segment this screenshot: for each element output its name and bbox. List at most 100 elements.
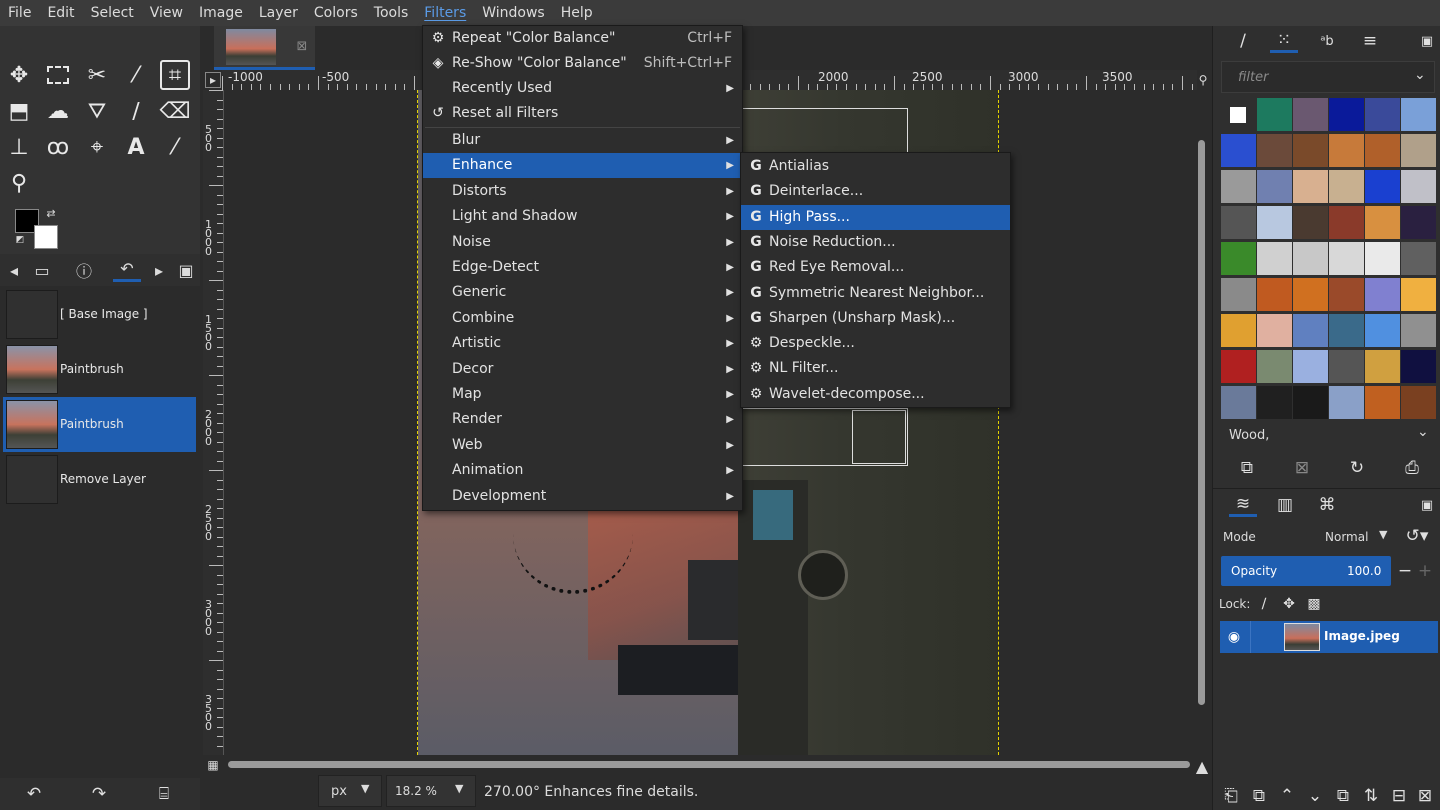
pattern-swatch[interactable] bbox=[1365, 206, 1400, 239]
menu-item-wavelet-decompose[interactable]: ⚙ Wavelet-decompose... bbox=[741, 382, 1010, 407]
horizontal-scroll-thumb[interactable] bbox=[228, 761, 1190, 768]
pattern-swatch[interactable] bbox=[1401, 314, 1436, 347]
layer-row[interactable]: ◉ Image.jpeg bbox=[1220, 621, 1438, 653]
layer-mask-icon[interactable]: ⊟ bbox=[1387, 784, 1411, 808]
open-pattern-icon[interactable]: ⎙ bbox=[1398, 456, 1426, 480]
fonts-tab-icon[interactable]: ᵃb bbox=[1313, 29, 1341, 53]
pattern-swatch[interactable] bbox=[1257, 206, 1292, 239]
menu-item-recently-used[interactable]: Recently Used ▶ bbox=[423, 76, 742, 101]
visibility-eye-icon[interactable]: ◉ bbox=[1224, 627, 1244, 647]
zoom-image-icon[interactable]: ⚲ bbox=[1196, 72, 1210, 88]
menubar-item-help[interactable]: Help bbox=[553, 0, 601, 26]
menu-item-antialias[interactable]: G Antialias bbox=[741, 154, 1010, 179]
rect-select-tool-icon[interactable] bbox=[43, 60, 73, 90]
undo-icon[interactable]: ↶ bbox=[20, 782, 48, 806]
clear-history-icon[interactable]: ⌸ bbox=[150, 782, 178, 806]
menubar-item-layer[interactable]: Layer bbox=[251, 0, 306, 26]
opacity-slider[interactable]: Opacity 100.0 bbox=[1221, 556, 1391, 586]
scroll-left-icon[interactable]: ◂ bbox=[0, 258, 28, 282]
swap-colors-icon[interactable]: ⇄ bbox=[44, 206, 58, 220]
pattern-swatch[interactable] bbox=[1293, 278, 1328, 311]
menubar-item-file[interactable]: File bbox=[0, 0, 39, 26]
redo-icon[interactable]: ↷ bbox=[85, 782, 113, 806]
layers-tab-icon[interactable]: ≋ bbox=[1229, 493, 1257, 517]
crop-tool-icon[interactable]: ⌗ bbox=[160, 60, 190, 90]
raise-layer-icon[interactable]: ⌃ bbox=[1275, 784, 1299, 808]
fuzzy-select-tool-icon[interactable]: ⁄ bbox=[121, 60, 151, 90]
pattern-swatch[interactable] bbox=[1329, 206, 1364, 239]
pattern-swatch[interactable] bbox=[1365, 386, 1400, 419]
pattern-swatch[interactable] bbox=[1257, 98, 1292, 131]
pattern-swatch[interactable] bbox=[1329, 242, 1364, 275]
menu-item-reset-all[interactable]: ↺ Reset all Filters bbox=[423, 101, 742, 126]
pattern-swatch[interactable] bbox=[1365, 278, 1400, 311]
menu-item-sharpen-unsharp-mask[interactable]: G Sharpen (Unsharp Mask)... bbox=[741, 306, 1010, 331]
menu-item-nl-filter[interactable]: ⚙ NL Filter... bbox=[741, 356, 1010, 381]
path-tool-icon[interactable]: ⌖ bbox=[82, 132, 112, 162]
pattern-swatch[interactable] bbox=[1365, 350, 1400, 383]
dock-menu-icon[interactable]: ▣ bbox=[1413, 29, 1440, 53]
pattern-swatch[interactable] bbox=[1257, 350, 1292, 383]
menu-item-noise[interactable]: Noise ▶ bbox=[423, 230, 742, 255]
composite-mode-icon[interactable]: ↺▾ bbox=[1397, 524, 1437, 548]
pattern-swatch[interactable] bbox=[1329, 278, 1364, 311]
pattern-swatch[interactable] bbox=[1257, 314, 1292, 347]
pattern-swatch[interactable] bbox=[1293, 386, 1328, 419]
pattern-swatch[interactable] bbox=[1293, 242, 1328, 275]
pattern-swatch[interactable] bbox=[1329, 350, 1364, 383]
menu-item-blur[interactable]: Blur ▶ bbox=[423, 128, 742, 153]
scroll-right-icon[interactable]: ▸ bbox=[145, 258, 173, 282]
menubar-item-windows[interactable]: Windows bbox=[474, 0, 553, 26]
menu-item-web[interactable]: Web ▶ bbox=[423, 433, 742, 458]
menu-item-deinterlace[interactable]: G Deinterlace... bbox=[741, 179, 1010, 204]
merge-layer-icon[interactable]: ⇅ bbox=[1359, 784, 1383, 808]
dock-menu-icon[interactable]: ▣ bbox=[172, 258, 200, 282]
zoom-selector[interactable]: 18.2 % ▼ bbox=[386, 775, 476, 807]
smudge-tool-icon[interactable]: ꝏ bbox=[43, 132, 73, 162]
undo-history-row[interactable]: Remove Layer bbox=[3, 452, 196, 507]
undo-history-row[interactable]: [ Base Image ] bbox=[3, 287, 196, 342]
patterns-tab-icon[interactable]: ⁙ bbox=[1270, 29, 1298, 53]
move-tool-icon[interactable]: ✥ bbox=[4, 60, 34, 90]
menu-item-animation[interactable]: Animation ▶ bbox=[423, 458, 742, 483]
pattern-swatch[interactable] bbox=[1365, 170, 1400, 203]
menu-item-enhance[interactable]: Enhance ▶ bbox=[423, 153, 742, 179]
menu-item-map[interactable]: Map ▶ bbox=[423, 382, 742, 407]
pattern-swatch[interactable] bbox=[1257, 278, 1292, 311]
menu-item-artistic[interactable]: Artistic ▶ bbox=[423, 331, 742, 356]
menu-item-development[interactable]: Development ▶ bbox=[423, 484, 742, 509]
pattern-swatch[interactable] bbox=[1221, 278, 1256, 311]
menu-item-symmetric-nearest-neighbor[interactable]: G Symmetric Nearest Neighbor... bbox=[741, 281, 1010, 306]
device-status-tab-icon[interactable]: ⓘ bbox=[70, 258, 98, 282]
pattern-swatch[interactable] bbox=[1221, 350, 1256, 383]
vertical-scroll-thumb[interactable] bbox=[1198, 140, 1205, 705]
zoom-tool-icon[interactable]: ⚲ bbox=[4, 168, 34, 198]
pattern-swatch[interactable] bbox=[1401, 98, 1436, 131]
tool-options-tab-icon[interactable]: ▭ bbox=[28, 258, 56, 282]
menu-item-combine[interactable]: Combine ▶ bbox=[423, 306, 742, 331]
delete-pattern-icon[interactable]: ⊠ bbox=[1288, 456, 1316, 480]
pattern-swatch[interactable] bbox=[1365, 242, 1400, 275]
pattern-swatch[interactable] bbox=[1401, 350, 1436, 383]
menu-item-render[interactable]: Render ▶ bbox=[423, 407, 742, 432]
brushes-tab-icon[interactable]: ∕ bbox=[1229, 29, 1257, 53]
pattern-swatch[interactable] bbox=[1257, 386, 1292, 419]
bucket-fill-tool-icon[interactable]: ⛛ bbox=[82, 96, 112, 126]
pattern-swatch[interactable] bbox=[1293, 350, 1328, 383]
menu-item-red-eye-removal[interactable]: G Red Eye Removal... bbox=[741, 255, 1010, 280]
pattern-swatch[interactable] bbox=[1293, 134, 1328, 167]
decrease-icon[interactable]: − bbox=[1395, 559, 1415, 583]
menu-item-distorts[interactable]: Distorts ▶ bbox=[423, 179, 742, 204]
pattern-swatch[interactable] bbox=[1221, 206, 1256, 239]
pattern-swatch[interactable] bbox=[1329, 170, 1364, 203]
undo-history-tab-icon[interactable]: ↶ bbox=[113, 258, 141, 282]
vertical-scrollbar[interactable] bbox=[1196, 90, 1210, 755]
pattern-swatch[interactable] bbox=[1365, 314, 1400, 347]
menu-item-high-pass[interactable]: G High Pass... bbox=[741, 204, 1010, 230]
undo-history-row[interactable]: Paintbrush bbox=[3, 342, 196, 397]
pattern-swatch[interactable] bbox=[1221, 134, 1256, 167]
clone-tool-icon[interactable]: ⊥ bbox=[4, 132, 34, 162]
menu-item-noise-reduction[interactable]: G Noise Reduction... bbox=[741, 230, 1010, 255]
new-layer-group-icon[interactable]: ⧉ bbox=[1247, 784, 1271, 808]
menubar-item-view[interactable]: View bbox=[142, 0, 191, 26]
